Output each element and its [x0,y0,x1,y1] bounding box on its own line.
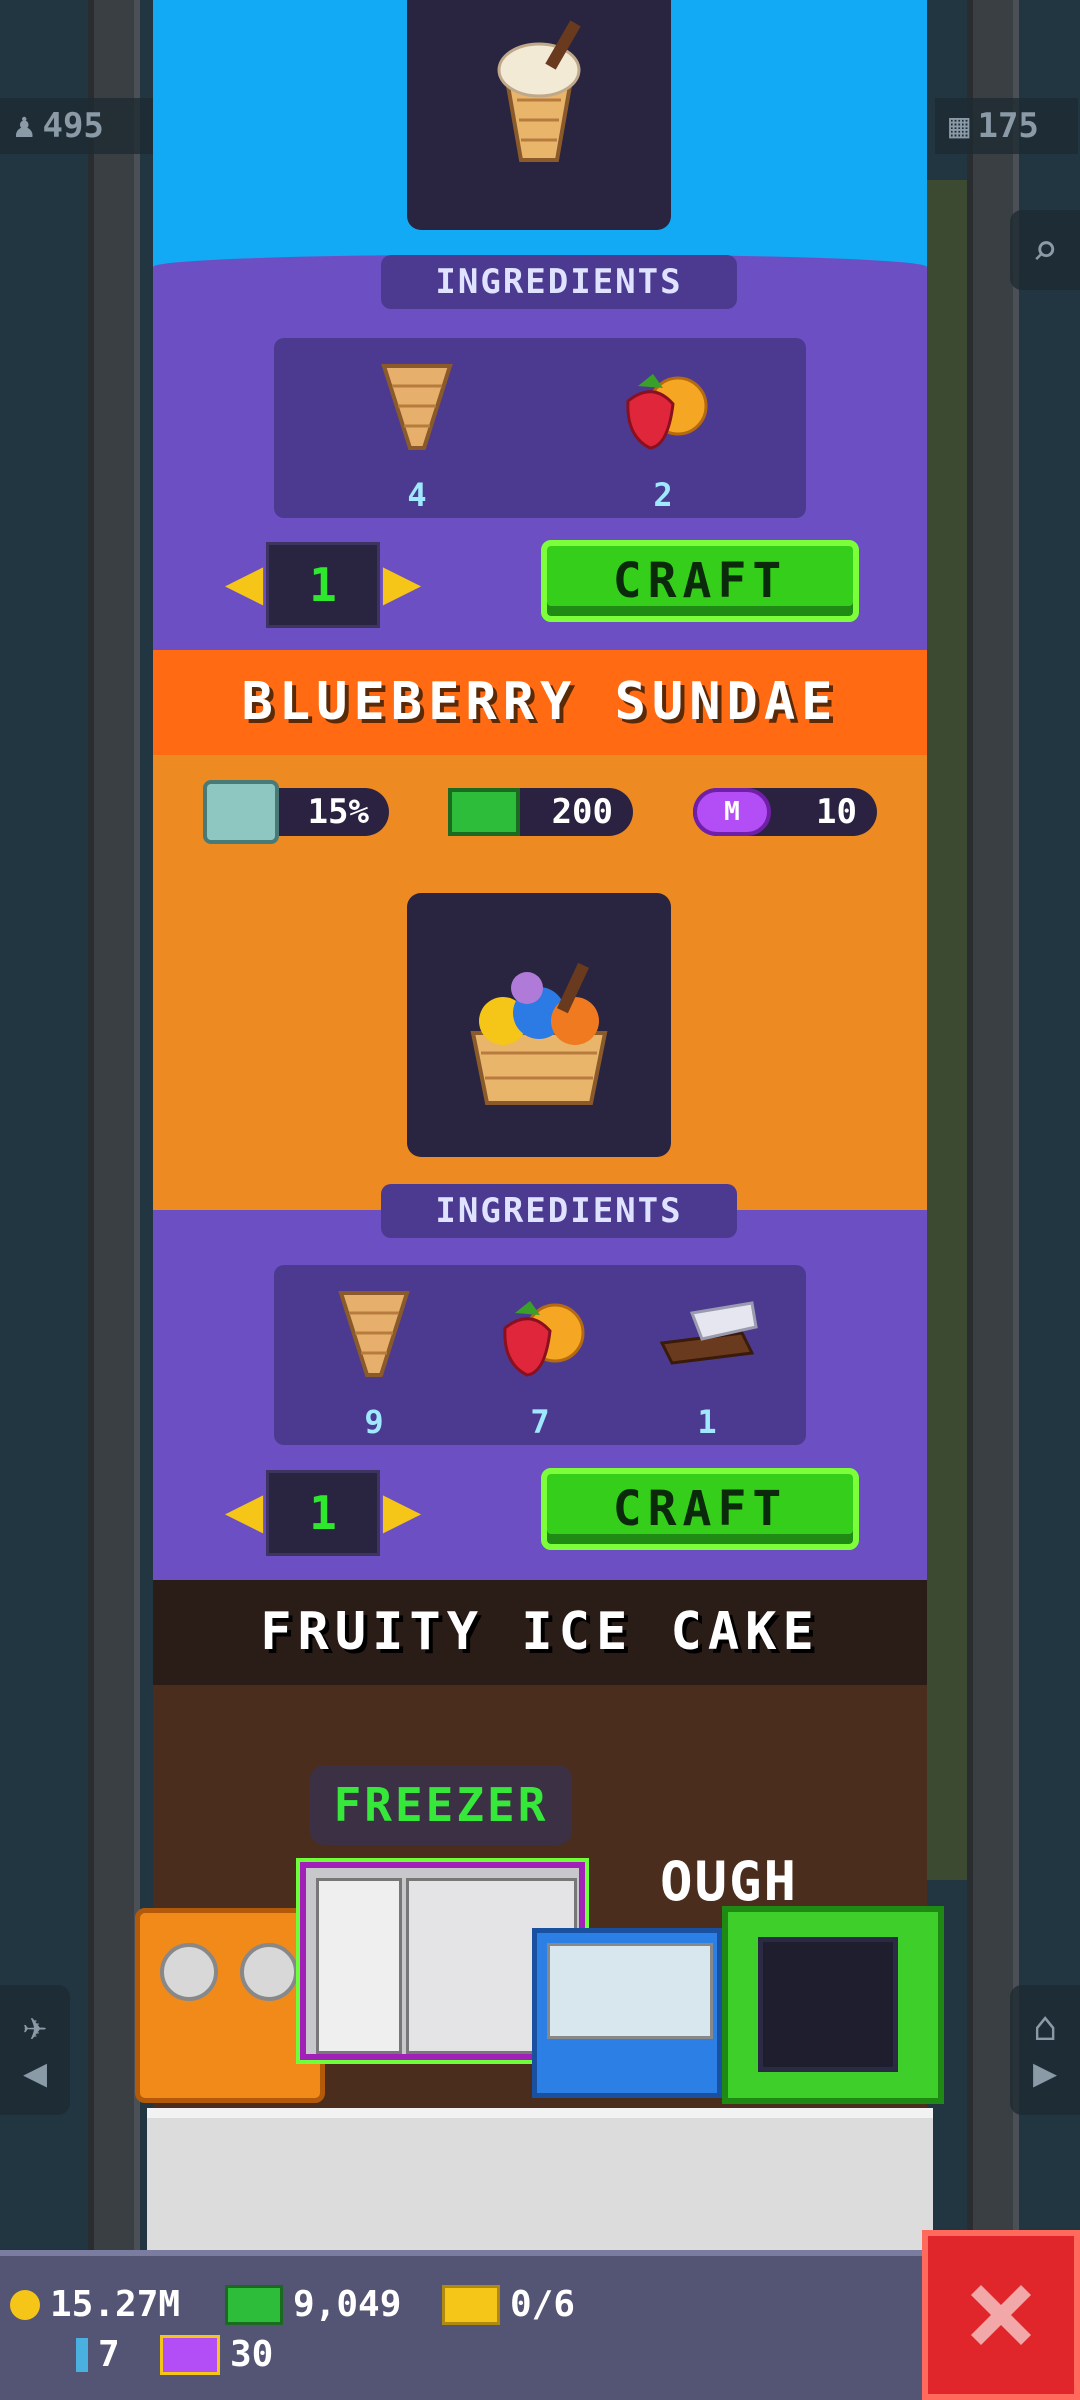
quantity-increase-button[interactable]: ▶ [377,1470,427,1550]
freezer-door [316,1878,402,2054]
ingredient-count: 7 [530,1403,550,1441]
ice-machine[interactable] [722,1906,944,2104]
keys-counter: 7 [76,2334,120,2375]
recipe-top-image [407,0,671,230]
craft-button[interactable]: CRAFT [541,1468,859,1550]
pillar-right [967,0,1019,2250]
ingredient-cone: 9 [319,1283,429,1441]
resource-bar: 15.27M 9,049 0/6 7 30 [0,2250,1080,2400]
floors-value: 175 [977,106,1039,146]
bux-value: 200 [551,792,613,832]
quantity-increase-button[interactable]: ▶ [377,542,427,622]
bux-value: 9,049 [293,2284,402,2325]
ticket-icon [442,2284,500,2325]
quantity-value[interactable]: 1 [266,542,380,628]
display-case-machine[interactable] [532,1928,722,2098]
building-strip [927,180,967,1880]
pillar-left [88,0,140,2250]
arrow-left-icon: ◀ [22,2050,48,2096]
vip-icon [160,2334,220,2375]
ingredients-label-blueberry: INGREDIENTS [381,1184,737,1238]
key-icon [76,2337,88,2372]
coins-counter: 15.27M [10,2284,180,2325]
chocolate-icon [659,1301,758,1365]
freezer-label: FREEZER [310,1765,572,1845]
craft-button[interactable]: CRAFT [541,540,859,622]
background-right [927,0,1080,2250]
ingredient-fruit: 2 [608,356,718,514]
cone-icon [381,364,453,450]
mega-value: 10 [816,792,857,832]
bux-icon [225,2284,283,2325]
recipe-title: FRUITY ICE CAKE [260,1602,820,1662]
bux-icon [448,788,520,836]
knob-icon [160,1943,218,2001]
population-value: 495 [42,106,104,146]
scroll-left-button[interactable]: ✈ ◀ [0,1985,70,2115]
recipe-fruity-title-bar: FRUITY ICE CAKE [153,1580,927,1685]
home-icon: ⌂ [1032,2004,1058,2050]
close-button[interactable] [922,2230,1080,2400]
bonus-value: 15% [307,792,369,832]
quantity-decrease-button[interactable]: ◀ [219,542,269,622]
recipe-title: BLUEBERRY SUNDAE [241,672,839,732]
quantity-value[interactable]: 1 [266,1470,380,1556]
building-icon: ▦ [949,106,970,146]
ingredient-chocolate: 1 [652,1283,762,1441]
stove-machine[interactable] [135,1908,325,2103]
ingredients-label-top: INGREDIENTS [381,255,737,309]
background-left [0,0,153,2250]
person-icon: ♟ [14,106,35,146]
recipe-blueberry-title-bar: BLUEBERRY SUNDAE [153,650,927,755]
arrow-right-icon: ▶ [1032,2050,1058,2096]
tickets-counter: 0/6 [442,2284,575,2325]
mega-icon: M [693,788,771,836]
floors-counter: ▦ 175 [935,98,1078,154]
coins-value: 15.27M [50,2284,181,2325]
ingredient-cone: 4 [362,356,472,514]
tickets-value: 0/6 [510,2284,576,2325]
ice-cream-cone-icon [497,20,581,162]
vip-value: 30 [230,2334,274,2375]
bux-counter: 9,049 [225,2284,401,2325]
population-counter: ♟ 495 [0,98,163,154]
vip-counter: 30 [160,2334,273,2375]
scroll-right-button[interactable]: ⌂ ▶ [1010,1985,1080,2115]
appliance-icon [203,780,279,844]
fruit-icon [626,374,708,450]
fruit-icon [503,1301,585,1377]
keys-value: 7 [98,2334,120,2375]
quantity-decrease-button[interactable]: ◀ [219,1470,269,1550]
ingredients-box-blueberry: 9 7 1 [274,1265,806,1445]
ingredient-count: 4 [407,476,427,514]
ingredients-box-top: 4 2 [274,338,806,518]
ingredient-fruit: 7 [485,1283,595,1441]
recipe-top-header [153,0,927,270]
ice-machine-window [758,1937,898,2072]
display-glass [547,1943,713,2039]
coin-icon [10,2289,40,2320]
floor-platform [147,2108,933,2250]
ingredient-count: 2 [653,476,673,514]
recipe-blueberry-image [407,893,671,1157]
elevator-icon: ✈ [22,2004,48,2050]
close-icon [971,2285,1031,2345]
ingredient-count: 9 [364,1403,384,1441]
sundae-icon [470,962,608,1105]
search-icon[interactable]: ⌕ [1010,210,1080,290]
knob-icon [240,1943,298,2001]
ingredient-count: 1 [697,1403,717,1441]
cone-icon [338,1291,410,1377]
